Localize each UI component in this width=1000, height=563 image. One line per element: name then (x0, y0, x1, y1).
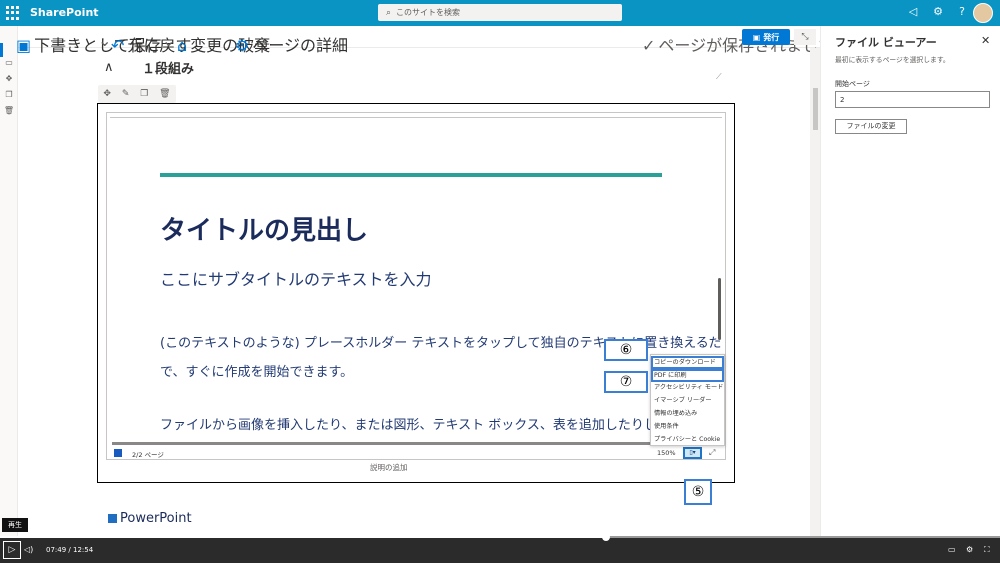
comment-icon[interactable]: ▭ (3, 58, 15, 67)
vertical-scrollbar[interactable] (718, 278, 721, 340)
webpart-toolbar: ✥ ✎ ❐ 🗑 (98, 85, 176, 103)
edit-icon[interactable]: ✎ (122, 89, 130, 99)
discard-icon: ⌂ (177, 36, 188, 55)
menu-item-embed[interactable]: 情報の埋め込み (651, 407, 724, 420)
gear-icon[interactable]: ⚙ (930, 5, 946, 18)
slide-body-line: ファイルから画像を挿入したり、または図形、テキスト ボックス、表を追加したりした… (160, 418, 709, 433)
page-details-button[interactable]: ⚙ ページの詳細 (235, 32, 348, 56)
menu-item-accessibility[interactable]: アクセシビリティ モード (651, 381, 724, 394)
horizontal-scrollbar[interactable] (112, 442, 719, 445)
slide-title: タイトルの見出し (160, 216, 369, 246)
page-count: 2/2 ページ (132, 451, 164, 459)
property-panel: ファイル ビューアー ✕ 最初に表示するページを選択します。 開始ページ ファイ… (820, 26, 1000, 538)
close-icon[interactable]: ✕ (981, 34, 990, 47)
viewer-status-bar: 2/2 ページ 150% ▯▾ ⤢ (106, 447, 726, 460)
start-page-input[interactable] (835, 91, 990, 108)
current-time: 07:49 (46, 546, 67, 554)
search-placeholder: このサイトを検索 (396, 8, 461, 17)
undo-icon: ↶ (111, 36, 125, 55)
duplicate-icon[interactable]: ❐ (140, 89, 148, 99)
play-button[interactable]: ▷ (3, 541, 21, 559)
menu-item-download-copy[interactable]: コピーのダウンロード (651, 356, 724, 369)
captions-icon[interactable]: ▭ (948, 545, 956, 554)
page-scrollbar[interactable] (810, 48, 820, 538)
publish-icon: ▣ (752, 32, 761, 42)
callout-5: ⑤ (684, 479, 712, 505)
volume-icon[interactable]: ◁) (24, 545, 33, 554)
rail-accent (0, 43, 3, 57)
chevron-down-icon: ▯▾ (689, 449, 696, 456)
avatar[interactable] (973, 3, 993, 23)
menu-item-privacy[interactable]: プライバシーと Cookie (651, 433, 724, 446)
delete-icon[interactable]: 🗑 (159, 89, 170, 99)
megaphone-icon[interactable]: ◁ (905, 5, 921, 18)
time-separator: / (68, 546, 71, 554)
panel-title: ファイル ビューアー (835, 36, 937, 49)
fullscreen-icon[interactable]: ⤢ (709, 448, 715, 458)
panel-description: 最初に表示するページを選択します。 (835, 56, 950, 64)
gear-icon: ⚙ (235, 36, 250, 55)
slide-accent-bar (160, 173, 662, 177)
total-time: 12:54 (73, 546, 94, 554)
scrollbar-thumb[interactable] (813, 88, 818, 130)
menu-item-terms[interactable]: 使用条件 (651, 420, 724, 433)
slide-subtitle: ここにサブタイトルのテキストを入力 (160, 270, 432, 289)
fullscreen-icon[interactable]: ⛶ (984, 545, 990, 555)
caption-placeholder[interactable]: 説明の追加 (370, 462, 408, 473)
help-icon[interactable]: ? (954, 5, 970, 18)
time-display: 07:49 / 12:54 (46, 546, 93, 554)
zoom-level[interactable]: 150% (657, 449, 676, 457)
settings-icon[interactable]: ⚙ (966, 545, 973, 554)
section-title: １段組み (142, 62, 195, 77)
resize-handle-icon[interactable]: ⟋ (716, 72, 722, 82)
viewer-menu: コピーのダウンロード PDF に印刷 アクセシビリティ モード イマーシブ リー… (650, 354, 725, 446)
delete-icon[interactable]: 🗑 (3, 106, 15, 115)
move-icon[interactable]: ✥ (103, 89, 111, 99)
menu-item-immersive-reader[interactable]: イマーシブ リーダー (651, 394, 724, 407)
callout-6: ⑥ (604, 339, 648, 361)
left-rail (0, 26, 18, 538)
publish-label: 発行 (763, 32, 780, 42)
powerpoint-square-icon (108, 514, 117, 523)
save-icon: ▣ (16, 36, 32, 55)
start-page-label: 開始ページ (835, 80, 870, 88)
powerpoint-heading: PowerPoint (120, 511, 192, 526)
progress-knob[interactable] (602, 533, 610, 541)
video-controls (0, 538, 1000, 563)
play-tooltip: 再生 (2, 518, 28, 532)
collapse-panel-icon[interactable]: ⤡ (794, 29, 816, 45)
play-icon: ▷ (8, 545, 16, 555)
page-details-label: ページの詳細 (252, 36, 349, 55)
check-icon: ✓ (642, 36, 656, 55)
move-icon[interactable]: ✥ (3, 74, 15, 83)
chevron-up-icon[interactable]: ∧ (104, 60, 114, 75)
app-name[interactable]: SharePoint (30, 6, 99, 19)
change-file-button[interactable]: ファイルの変更 (835, 119, 907, 134)
more-options-button[interactable]: ▯▾ (683, 447, 702, 459)
word-icon (114, 449, 122, 457)
save-dropdown-icon[interactable]: ⌄ (98, 31, 111, 50)
publish-button[interactable]: ▣ 発行 (742, 29, 790, 45)
progress-fill (0, 536, 606, 538)
search-icon: ⌕ (386, 7, 392, 18)
search-input[interactable]: ⌕ このサイトを検索 (378, 4, 622, 21)
copy-icon[interactable]: ❐ (3, 90, 15, 99)
callout-7: ⑦ (604, 371, 648, 393)
app-launcher-icon[interactable] (6, 6, 20, 20)
slide-body-line: で、すぐに作成を開始できます。 (160, 365, 354, 380)
undo-dropdown-icon[interactable]: ⌄ (162, 31, 175, 50)
